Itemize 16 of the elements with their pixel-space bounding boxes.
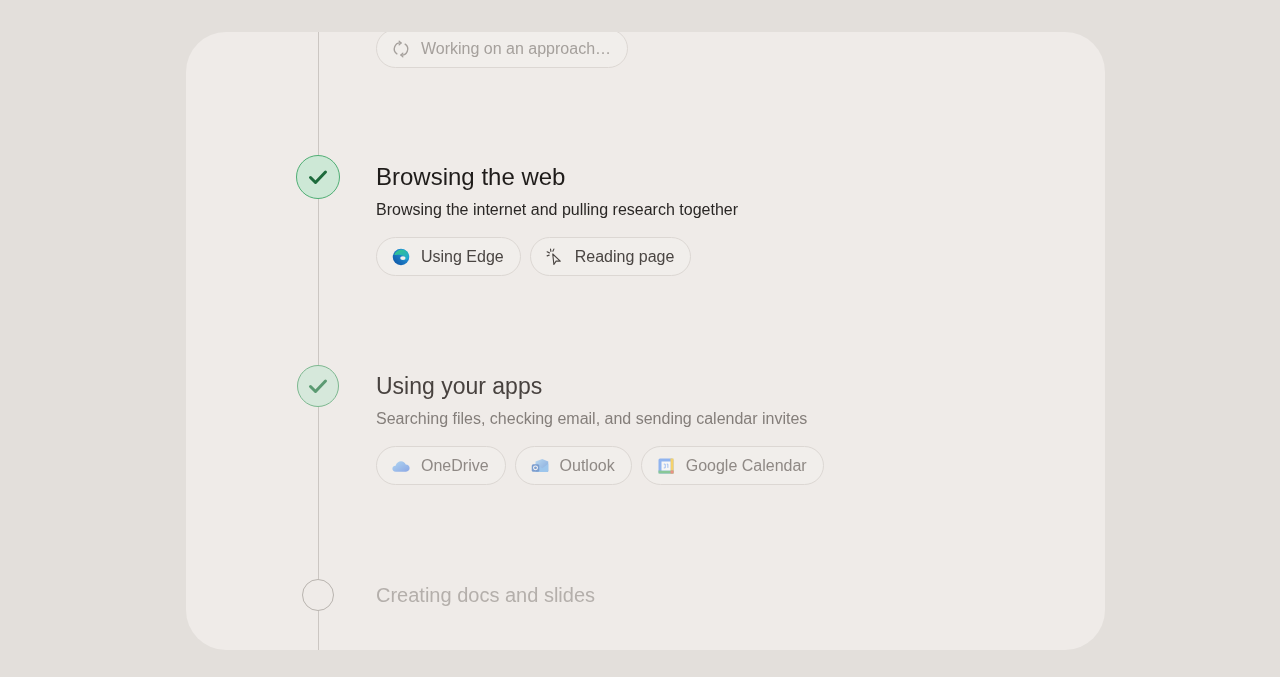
step-title: Using your apps <box>376 372 543 401</box>
calendar-icon <box>656 456 675 475</box>
chip-label: Reading page <box>574 246 675 267</box>
sparkle-pointer-icon <box>545 247 564 266</box>
browser-swirl-icon <box>392 247 410 266</box>
refresh-icon <box>392 39 410 58</box>
chip-label: OneDrive <box>421 455 489 476</box>
step-title: Browsing the web <box>376 162 566 192</box>
step-description: Browsing the internet and pulling research together <box>376 200 738 220</box>
chip-label: Google Calendar <box>685 455 807 476</box>
step-description: Searching files, checking email, and sending calendar invites <box>376 409 808 429</box>
envelope-icon <box>530 456 549 475</box>
chip-label: Working on an approach… <box>421 38 612 59</box>
step-title: Creating docs and slides <box>376 583 595 608</box>
chip-label: Using Edge <box>421 246 504 267</box>
chip-label: Outlook <box>559 455 615 476</box>
